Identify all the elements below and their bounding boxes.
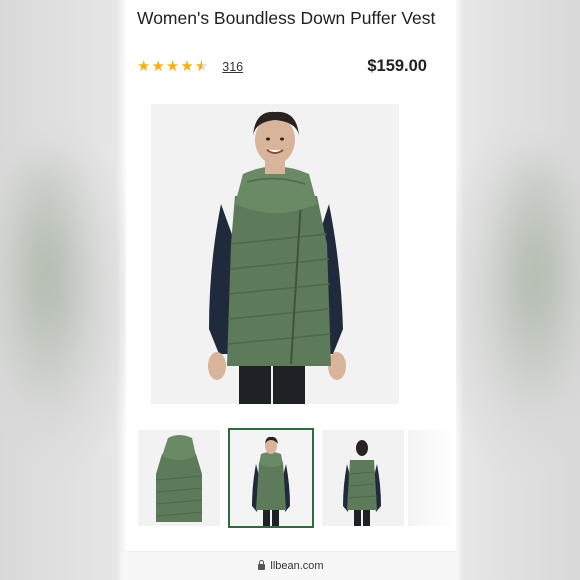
star-rating: ★ ★ ★ ★ ★ — [137, 58, 208, 76]
star-icon: ★ — [180, 58, 194, 75]
star-icon: ★ — [137, 58, 151, 75]
background-ghost-left — [0, 160, 90, 410]
url-text: llbean.com — [270, 560, 324, 572]
browser-url-bar[interactable]: llbean.com — [126, 551, 456, 580]
product-page: Women's Boundless Down Puffer Vest ★ ★ ★… — [126, 0, 456, 580]
model-front-thumb-image — [230, 430, 312, 526]
half-star-icon: ★ — [195, 59, 208, 76]
star-icon: ★ — [151, 58, 165, 75]
hero-image[interactable] — [151, 104, 399, 404]
model-front-image — [151, 104, 399, 404]
thumbnail-model-front[interactable] — [228, 428, 314, 528]
product-title: Women's Boundless Down Puffer Vest — [137, 8, 436, 28]
thumbnail-model-back[interactable] — [322, 430, 404, 526]
background-ghost-right — [492, 160, 580, 410]
review-count-link[interactable]: 316 — [222, 60, 243, 74]
thumbnail-strip — [126, 428, 456, 530]
thumbnail-vest-flat[interactable] — [138, 430, 220, 526]
price: $159.00 — [367, 57, 427, 75]
vest-flat-image — [138, 430, 220, 526]
lock-icon — [258, 560, 266, 570]
rating-row[interactable]: ★ ★ ★ ★ ★ 316 — [137, 58, 243, 76]
model-back-image — [322, 430, 404, 526]
star-icon: ★ — [165, 58, 180, 75]
thumbnail-partial[interactable] — [408, 430, 456, 526]
